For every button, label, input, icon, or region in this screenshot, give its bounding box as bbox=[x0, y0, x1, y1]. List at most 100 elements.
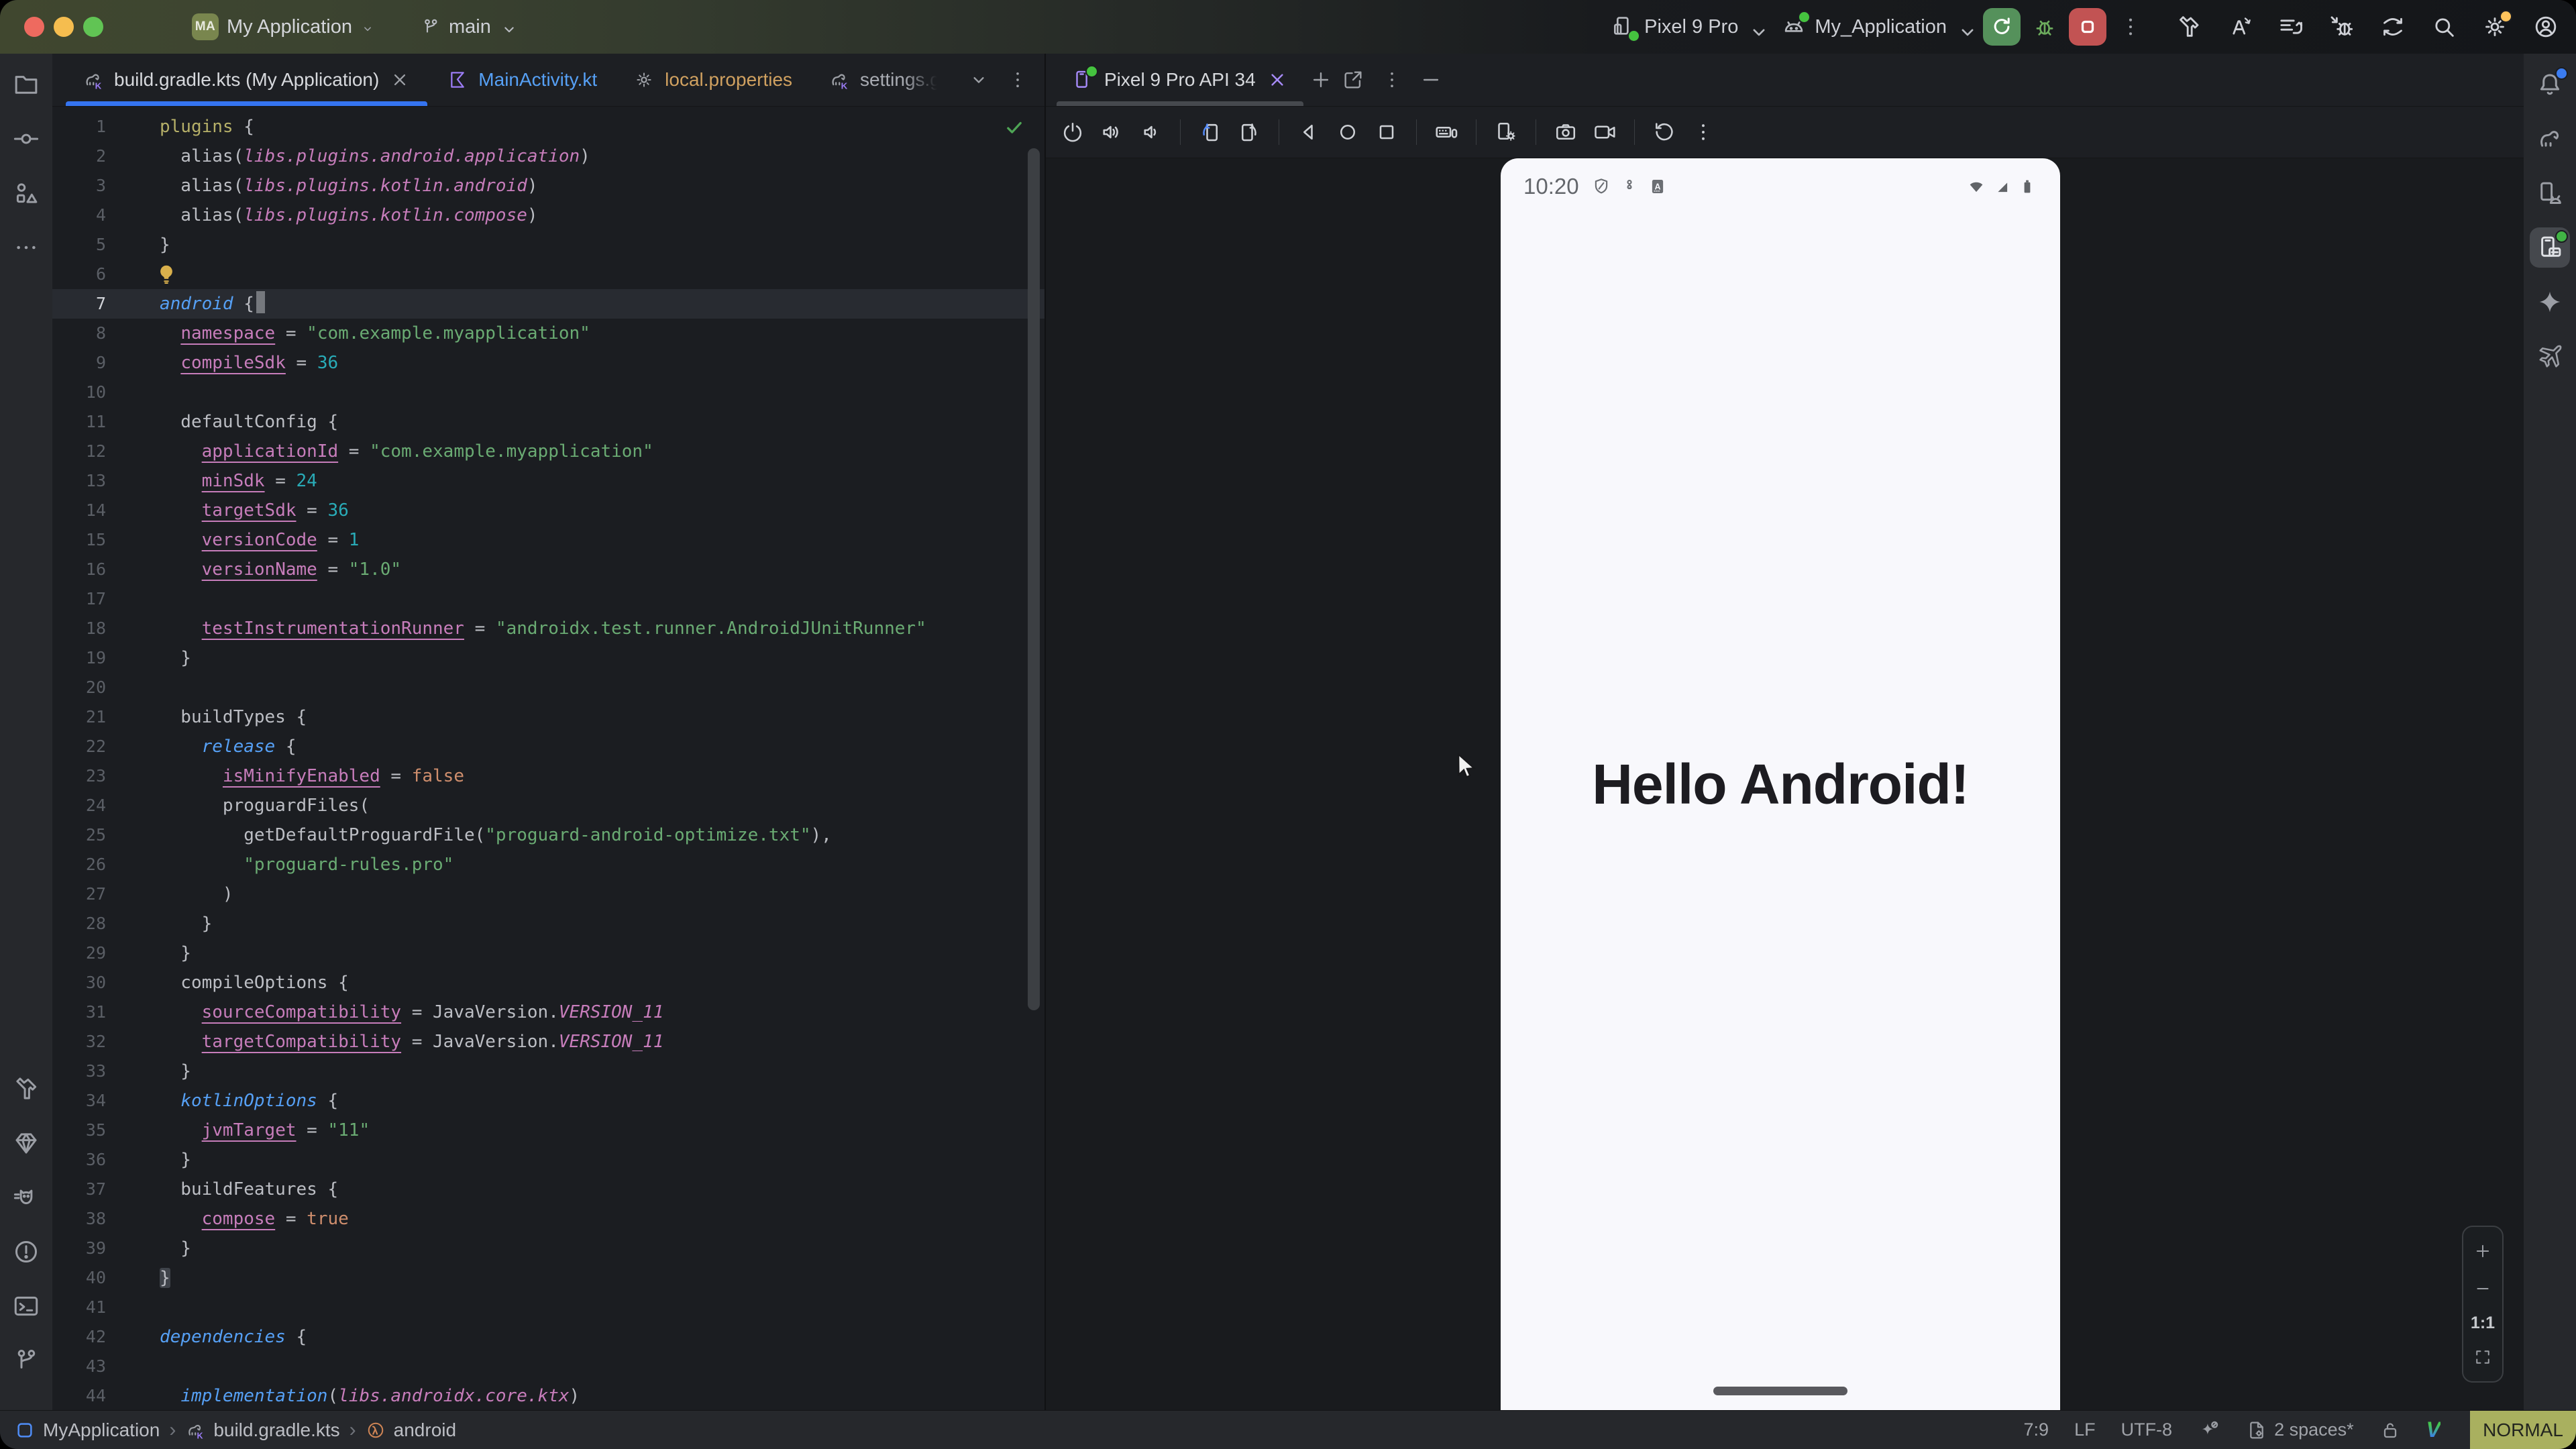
rerun-icon bbox=[1990, 15, 2014, 39]
code-line: 39 } bbox=[52, 1234, 1044, 1263]
debug-button[interactable] bbox=[2027, 9, 2062, 44]
hello-android-text: Hello Android! bbox=[1592, 752, 1969, 817]
indent-setting[interactable]: 2 spaces* bbox=[2246, 1419, 2354, 1441]
editor-scrollbar[interactable] bbox=[1028, 148, 1040, 1010]
screenshot-button[interactable] bbox=[1548, 115, 1583, 150]
profiler-button[interactable] bbox=[2271, 7, 2310, 46]
device-settings-button[interactable] bbox=[1489, 115, 1523, 150]
ai-sparkle-icon[interactable] bbox=[2198, 1419, 2220, 1442]
emulator-display-area: 10:20 A Hello Android! bbox=[1046, 158, 2524, 1410]
home-button[interactable] bbox=[1330, 115, 1365, 150]
terminal-button[interactable] bbox=[6, 1286, 46, 1326]
editor-tab[interactable]: Ksettings.g bbox=[810, 54, 959, 106]
line-number: 11 bbox=[52, 407, 121, 437]
vcs-branch-widget[interactable]: main bbox=[411, 11, 523, 44]
running-devices-panel: Pixel 9 Pro API 34 10:20 bbox=[1046, 54, 2524, 1410]
zoom-in-button[interactable] bbox=[2469, 1238, 2496, 1265]
plus-icon bbox=[2473, 1241, 2492, 1261]
rotate-right-button[interactable] bbox=[1232, 115, 1267, 150]
plane-button[interactable] bbox=[2530, 336, 2570, 376]
tab-options-button[interactable] bbox=[1002, 64, 1034, 96]
project-widget[interactable]: MA My Application bbox=[182, 8, 384, 46]
git-branch-button[interactable] bbox=[6, 1340, 46, 1381]
line-separator[interactable]: LF bbox=[2074, 1419, 2096, 1440]
open-new-window-icon bbox=[1342, 68, 1364, 91]
running-devices-button[interactable] bbox=[2530, 227, 2570, 268]
minimize-window-button[interactable] bbox=[54, 17, 74, 37]
sync-project-button[interactable] bbox=[2220, 7, 2259, 46]
power-button[interactable] bbox=[1055, 115, 1090, 150]
close-tab-icon[interactable] bbox=[389, 69, 411, 91]
caret-position[interactable]: 7:9 bbox=[2024, 1419, 2049, 1440]
gesture-navigation-pill[interactable] bbox=[1713, 1387, 1847, 1395]
structure-button[interactable] bbox=[6, 173, 46, 213]
device-mirror-button[interactable] bbox=[2373, 7, 2412, 46]
intention-bulb-icon[interactable] bbox=[154, 262, 178, 286]
zoom-ratio-button[interactable]: 1:1 bbox=[2471, 1313, 2495, 1333]
tab-label: local.properties bbox=[665, 69, 792, 91]
breadcrumb-item[interactable]: MyApplication bbox=[15, 1419, 160, 1441]
volume-up-button[interactable] bbox=[1094, 115, 1129, 150]
problems-icon bbox=[12, 1238, 40, 1266]
project-button[interactable] bbox=[6, 64, 46, 105]
line-number: 26 bbox=[52, 850, 121, 879]
run-configuration-selector[interactable]: My_Application bbox=[1774, 10, 1976, 44]
add-device-tab-button[interactable] bbox=[1305, 64, 1337, 96]
account-button[interactable] bbox=[2526, 7, 2565, 46]
more-horizontal-button[interactable] bbox=[6, 227, 46, 268]
panel-options-button[interactable] bbox=[1376, 64, 1408, 96]
inspections-status-icon[interactable] bbox=[1003, 116, 1026, 139]
more-vertical-button[interactable] bbox=[1686, 115, 1721, 150]
attach-debugger-button[interactable] bbox=[2322, 7, 2361, 46]
close-window-button[interactable] bbox=[24, 17, 44, 37]
hide-panel-button[interactable] bbox=[1415, 64, 1447, 96]
breadcrumb-item[interactable]: android bbox=[366, 1419, 456, 1441]
gem-button[interactable] bbox=[6, 1123, 46, 1163]
settings-button[interactable] bbox=[2475, 7, 2514, 46]
device-selector[interactable]: Pixel 9 Pro bbox=[1604, 10, 1768, 44]
editor-tab[interactable]: MainActivity.kt bbox=[429, 54, 615, 106]
overview-button[interactable] bbox=[1369, 115, 1404, 150]
notifications-button[interactable] bbox=[2530, 64, 2570, 105]
file-encoding[interactable]: UTF-8 bbox=[2121, 1419, 2173, 1440]
problems-button[interactable] bbox=[6, 1232, 46, 1272]
lock-open-icon[interactable] bbox=[2379, 1419, 2401, 1441]
close-device-tab-icon[interactable] bbox=[1266, 68, 1289, 91]
zoom-window-button[interactable] bbox=[83, 17, 103, 37]
gradle-icon bbox=[2536, 125, 2564, 153]
commit-button[interactable] bbox=[6, 119, 46, 159]
logcat-button[interactable] bbox=[6, 1177, 46, 1218]
ideavim-icon[interactable]: V bbox=[2426, 1417, 2440, 1442]
code-editor[interactable]: 1plugins {2 alias(libs.plugins.android.a… bbox=[52, 107, 1044, 1410]
build-button[interactable] bbox=[6, 1069, 46, 1109]
reset-button[interactable] bbox=[1647, 115, 1682, 150]
screen-record-button[interactable] bbox=[1587, 115, 1622, 150]
breadcrumb-item[interactable]: Kbuild.gradle.kts bbox=[185, 1419, 339, 1441]
more-run-options-button[interactable] bbox=[2113, 9, 2148, 44]
toolbar-action-icons bbox=[2169, 7, 2565, 46]
battery-icon bbox=[2017, 176, 2037, 197]
zoom-out-button[interactable] bbox=[2469, 1275, 2496, 1302]
keyboard-button[interactable] bbox=[1429, 115, 1464, 150]
build-button[interactable] bbox=[2169, 7, 2208, 46]
device-tab[interactable]: Pixel 9 Pro API 34 bbox=[1055, 54, 1305, 106]
emulator-screen[interactable]: 10:20 A Hello Android! bbox=[1501, 158, 2060, 1410]
editor-tab[interactable]: local.properties bbox=[615, 54, 810, 106]
line-number: 16 bbox=[52, 555, 121, 584]
search-button[interactable] bbox=[2424, 7, 2463, 46]
editor-tab[interactable]: Kbuild.gradle.kts (My Application) bbox=[64, 54, 429, 106]
rotate-left-button[interactable] bbox=[1193, 115, 1228, 150]
open-in-new-window-button[interactable] bbox=[1337, 64, 1369, 96]
rerun-button[interactable] bbox=[1983, 8, 2021, 46]
volume-down-button[interactable] bbox=[1133, 115, 1168, 150]
fit-screen-button[interactable] bbox=[2469, 1344, 2496, 1371]
stop-button[interactable] bbox=[2069, 8, 2106, 46]
back-button[interactable] bbox=[1291, 115, 1326, 150]
gradle-button[interactable] bbox=[2530, 119, 2570, 159]
code-line: 17 bbox=[52, 584, 1044, 614]
hidden-tabs-button[interactable] bbox=[963, 64, 995, 96]
device-manager-button[interactable] bbox=[2530, 173, 2570, 213]
code-line: 27 ) bbox=[52, 879, 1044, 909]
gemini-button[interactable] bbox=[2530, 282, 2570, 322]
breadcrumbs: MyApplication›Kbuild.gradle.kts›android bbox=[0, 1419, 456, 1442]
